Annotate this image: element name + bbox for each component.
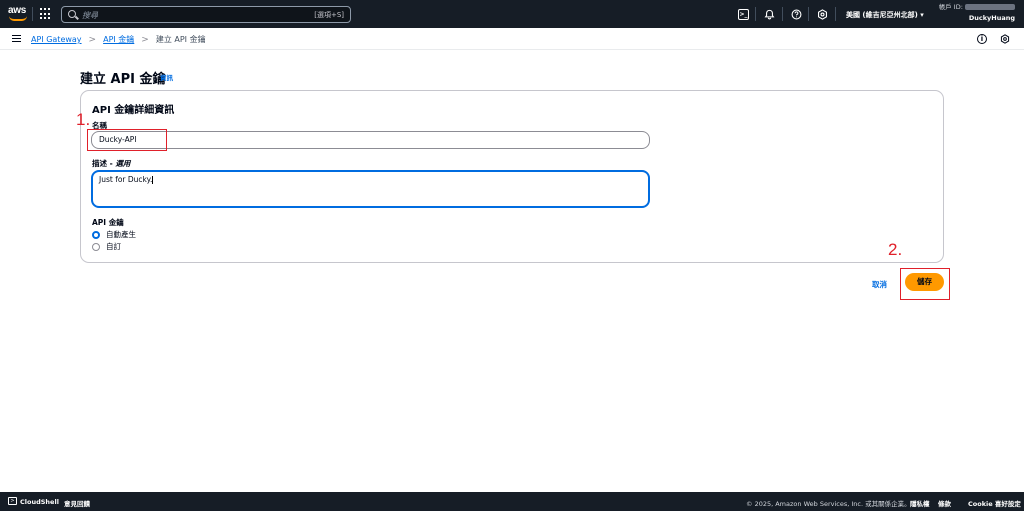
breadcrumb-api-keys[interactable]: API 金鑰 xyxy=(103,34,134,45)
annotation-step-2: 2. xyxy=(888,240,903,259)
divider xyxy=(32,7,33,21)
aws-smile-icon xyxy=(9,16,27,21)
text-caret xyxy=(152,176,154,184)
divider xyxy=(782,7,783,21)
divider xyxy=(835,7,836,21)
api-key-details-card: API 金鑰詳細資訊 名稱 Ducky-API 描述 - 選用 Just for… xyxy=(80,90,944,263)
top-navigation: aws 搜尋 [選項+S] >_ 美國 (維吉尼亞州北部) ▾ 帳戶 ID: D… xyxy=(0,0,1024,28)
breadcrumb: API Gateway > API 金鑰 > 建立 API 金鑰 xyxy=(31,34,206,45)
annotation-step-1: 1. xyxy=(76,110,91,129)
breadcrumb-separator: > xyxy=(141,34,149,45)
annotation-box-1 xyxy=(87,129,167,151)
cloudshell-link[interactable]: CloudShell xyxy=(20,498,59,506)
privacy-link[interactable]: 隱私權 xyxy=(910,498,930,508)
cloudshell-icon[interactable]: >_ xyxy=(738,9,749,20)
breadcrumb-bar: API Gateway > API 金鑰 > 建立 API 金鑰 i xyxy=(0,28,1024,50)
radio-auto-generate-label: 自動產生 xyxy=(106,230,136,239)
divider xyxy=(808,7,809,21)
description-value: Just for Ducky. xyxy=(99,175,153,184)
account-id-redacted xyxy=(965,4,1015,10)
copyright-text: © 2025, Amazon Web Services, Inc. 或其關係企業… xyxy=(746,500,911,508)
radio-custom[interactable]: 自訂 xyxy=(92,241,121,252)
annotation-box-2 xyxy=(900,268,950,300)
aws-logo[interactable]: aws xyxy=(8,6,30,22)
api-key-label: API 金鑰 xyxy=(92,218,124,227)
account-menu[interactable]: 帳戶 ID: DuckyHuang xyxy=(939,2,1015,24)
terms-link[interactable]: 條款 xyxy=(938,498,951,508)
radio-button-checked[interactable] xyxy=(92,230,100,239)
search-placeholder: 搜尋 xyxy=(82,11,98,20)
apps-grid-icon[interactable] xyxy=(40,8,52,20)
info-icon[interactable]: i xyxy=(977,34,987,44)
optional-tag: 選用 xyxy=(115,159,131,168)
radio-auto-generate[interactable]: 自動產生 xyxy=(92,229,136,240)
radio-custom-label: 自訂 xyxy=(106,242,121,251)
aws-logo-text: aws xyxy=(8,5,27,16)
search-icon xyxy=(68,10,76,18)
region-selector[interactable]: 美國 (維吉尼亞州北部) ▾ xyxy=(846,10,924,20)
card-title: API 金鑰詳細資訊 xyxy=(92,105,175,116)
bell-icon[interactable] xyxy=(764,9,775,20)
page-title: 建立 API 金鑰 xyxy=(80,72,166,87)
breadcrumb-separator: > xyxy=(88,34,97,45)
divider xyxy=(755,7,756,21)
footer: > CloudShell 意見回饋 © 2025, Amazon Web Ser… xyxy=(0,492,1024,511)
cloudshell-icon[interactable]: > xyxy=(8,497,17,505)
description-label: 描述 - 選用 xyxy=(92,158,130,169)
search-input[interactable]: 搜尋 [選項+S] xyxy=(61,6,351,23)
cookie-preferences-link[interactable]: Cookie 喜好設定 xyxy=(968,498,1021,508)
feedback-link[interactable]: 意見回饋 xyxy=(64,498,90,508)
gear-icon[interactable] xyxy=(817,9,828,20)
cancel-button[interactable]: 取消 xyxy=(872,279,887,290)
description-textarea[interactable]: Just for Ducky. xyxy=(91,170,650,208)
breadcrumb-current: 建立 API 金鑰 xyxy=(155,35,206,44)
menu-icon[interactable] xyxy=(12,35,21,42)
account-id-label: 帳戶 ID: xyxy=(938,3,963,11)
info-link[interactable]: 資訊 xyxy=(160,72,173,82)
radio-button[interactable] xyxy=(92,242,100,251)
breadcrumb-api-gateway[interactable]: API Gateway xyxy=(31,35,82,44)
help-icon[interactable] xyxy=(791,9,802,20)
name-input[interactable]: Ducky-API xyxy=(91,131,650,149)
settings-icon[interactable] xyxy=(1000,34,1010,44)
search-shortcut: [選項+S] xyxy=(314,11,344,19)
account-username: DuckyHuang xyxy=(968,14,1015,22)
description-label-text: 描述 - xyxy=(92,159,116,168)
